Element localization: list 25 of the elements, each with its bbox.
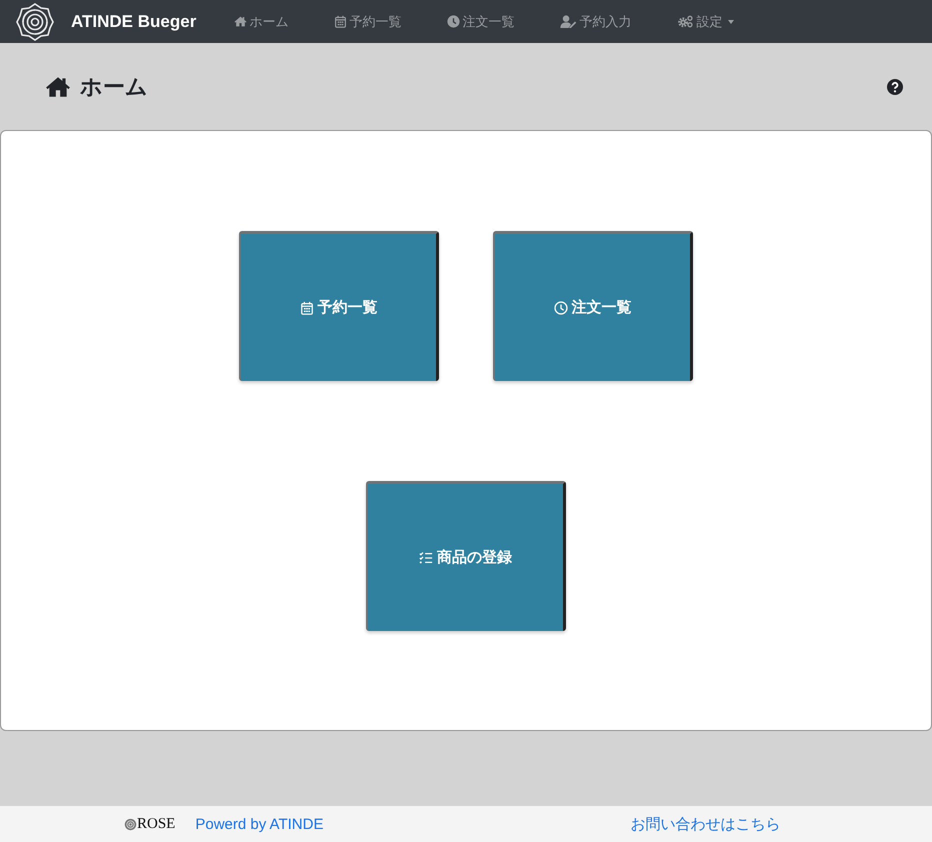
brand-name: ATINDE Bueger bbox=[71, 12, 196, 32]
clock-icon bbox=[554, 300, 568, 314]
logo-text: ROSE bbox=[137, 816, 176, 832]
home-icon bbox=[234, 15, 248, 28]
nav-link[interactable]: 予約入力 bbox=[560, 6, 632, 36]
menu-tile[interactable]: 予約一覧 bbox=[239, 231, 439, 381]
nav-link[interactable]: 予約一覧 bbox=[334, 6, 402, 36]
menu-tile[interactable]: 商品の登録 bbox=[366, 481, 566, 631]
gears-icon bbox=[677, 15, 694, 28]
help-icon[interactable] bbox=[887, 78, 903, 94]
contact-link[interactable]: お問い合わせはこちら bbox=[630, 814, 780, 834]
menu-tile[interactable]: 注文一覧 bbox=[493, 231, 693, 381]
nav-link[interactable]: ホーム bbox=[234, 6, 288, 36]
user-pen-icon bbox=[560, 15, 578, 28]
rose-logo-icon bbox=[124, 818, 137, 830]
calendar-icon bbox=[300, 300, 314, 314]
nav-link[interactable]: 注文一覧 bbox=[447, 6, 514, 36]
checklist-icon bbox=[419, 550, 433, 564]
rose-logo-icon bbox=[15, 2, 55, 42]
calendar-icon bbox=[334, 15, 348, 28]
nav-link[interactable]: 設定 bbox=[677, 6, 734, 36]
caret-icon bbox=[728, 20, 734, 24]
page-title: ホーム bbox=[80, 72, 148, 100]
clock-icon bbox=[447, 15, 460, 28]
powered-by-link[interactable]: Powerd by ATINDE bbox=[195, 816, 324, 832]
